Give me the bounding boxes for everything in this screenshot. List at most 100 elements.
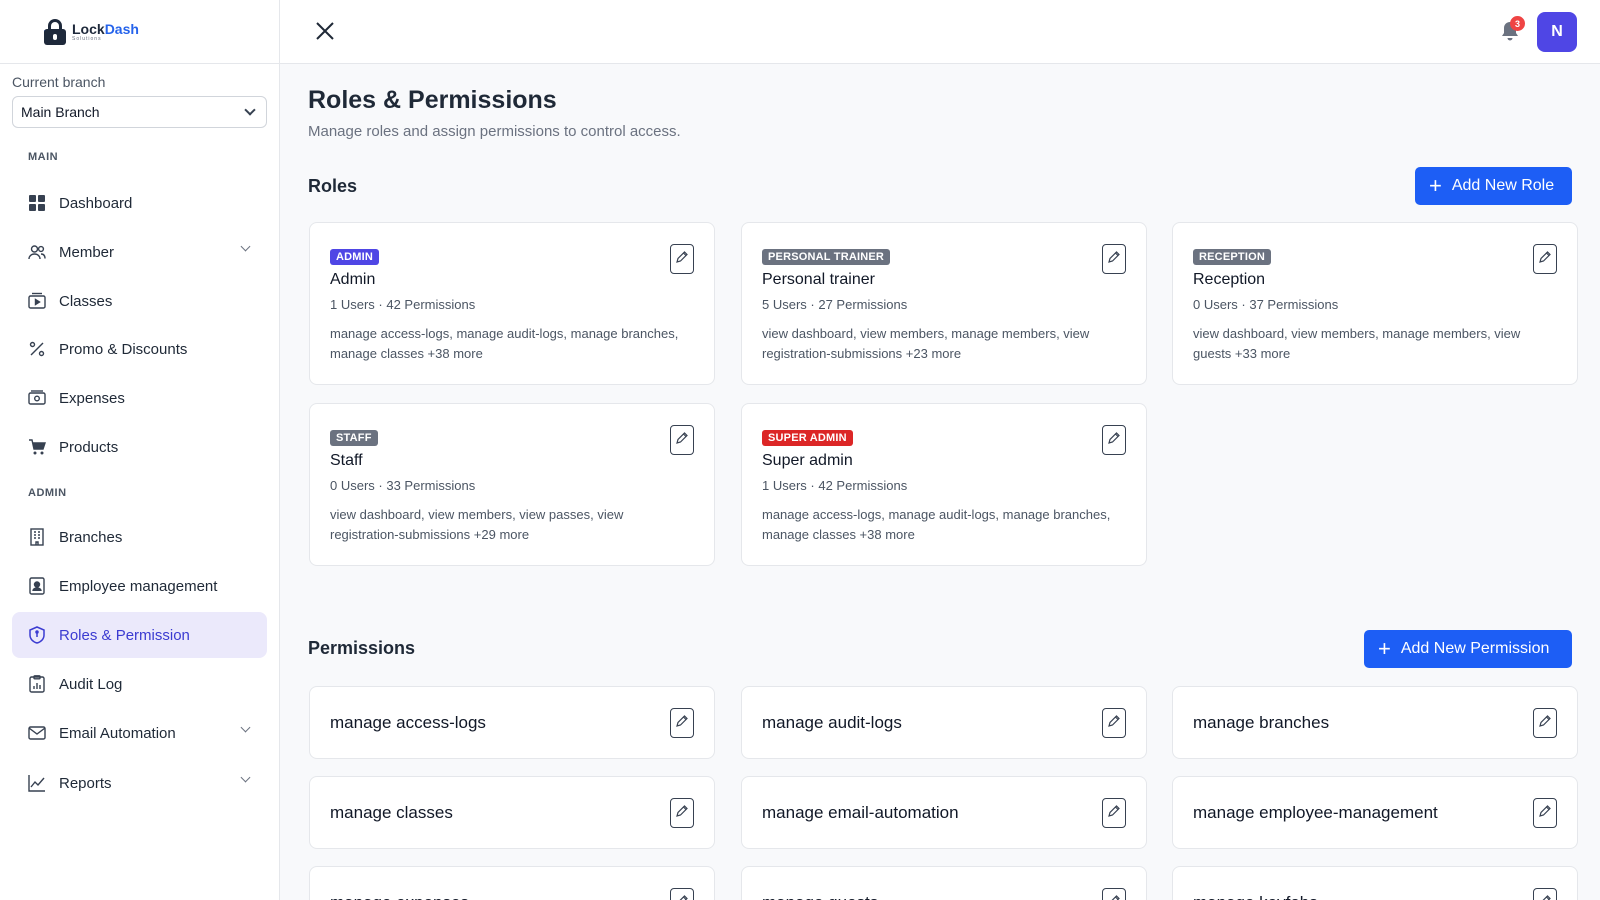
sidebar: LockDash Solutions Current branch Main B…: [0, 0, 280, 900]
edit-permission-button[interactable]: [670, 708, 694, 738]
sidebar-item-products[interactable]: Products: [12, 424, 267, 470]
sidebar-item-label: Employee management: [59, 577, 218, 595]
role-permissions-summary: manage access-logs, manage audit-logs, m…: [762, 507, 1111, 542]
permission-card[interactable]: manage branches: [1172, 686, 1578, 759]
permission-name: manage branches: [1193, 712, 1330, 732]
chevron-down-icon: [240, 241, 251, 252]
role-card[interactable]: RECEPTION Reception 0 Users · 37 Permissio…: [1172, 222, 1578, 385]
branch-select[interactable]: Main Branch: [12, 96, 267, 128]
permission-card[interactable]: manage guests: [741, 866, 1147, 900]
brand-logo[interactable]: LockDash Solutions: [0, 0, 279, 64]
add-permission-button[interactable]: + Add New Permission: [1364, 630, 1572, 668]
edit-role-button[interactable]: [1102, 425, 1126, 455]
pencil-icon: [675, 431, 689, 450]
permission-card[interactable]: manage classes: [309, 776, 715, 849]
brand-name: LockDash: [72, 20, 139, 37]
pencil-icon: [1107, 713, 1121, 733]
roles-section-title: Roles: [308, 176, 358, 196]
edit-permission-button[interactable]: [670, 798, 694, 828]
edit-role-button[interactable]: [1102, 244, 1126, 274]
role-name: Personal trainer: [762, 271, 875, 288]
edit-role-button[interactable]: [670, 244, 694, 274]
permissions-section-title: Permissions: [308, 638, 416, 658]
edit-permission-button[interactable]: [1102, 708, 1126, 738]
sidebar-item-employee-management[interactable]: Employee management: [12, 563, 267, 609]
role-name: Reception: [1193, 271, 1266, 288]
edit-permission-button[interactable]: [1102, 798, 1126, 828]
pencil-icon: [675, 803, 689, 823]
role-badge: STAFF: [330, 430, 378, 446]
plus-icon: +: [1429, 173, 1442, 198]
lock-icon: [44, 18, 66, 45]
sidebar-item-member[interactable]: Member: [12, 229, 267, 275]
sidebar-item-label: Member: [59, 243, 115, 261]
permission-card[interactable]: manage expenses: [309, 866, 715, 900]
edit-permission-button[interactable]: [1102, 888, 1126, 900]
role-meta: 0 Users · 37 Permissions: [1193, 297, 1339, 312]
role-permissions-summary: view dashboard, view members, manage mem…: [1193, 326, 1521, 361]
notification-badge: 3: [1510, 16, 1525, 31]
percent-icon: [28, 340, 46, 358]
classes-icon: [28, 292, 46, 310]
pencil-icon: [1538, 250, 1552, 269]
permission-name: manage email-automation: [762, 802, 959, 822]
sidebar-item-promo[interactable]: Promo & Discounts: [12, 326, 267, 372]
sidebar-item-dashboard[interactable]: Dashboard: [12, 180, 267, 226]
sidebar-item-roles-permission[interactable]: Roles & Permission: [12, 612, 267, 658]
sidebar-item-branches[interactable]: Branches: [12, 514, 267, 560]
role-badge: RECEPTION: [1193, 249, 1271, 265]
edit-permission-button[interactable]: [1533, 708, 1557, 738]
page-title: Roles & Permissions: [308, 86, 557, 114]
permission-card[interactable]: manage email-automation: [741, 776, 1147, 849]
role-meta: 1 Users · 42 Permissions: [762, 478, 908, 493]
pencil-icon: [1538, 803, 1552, 823]
edit-role-button[interactable]: [1533, 244, 1557, 274]
sidebar-item-label: Expenses: [59, 389, 125, 407]
add-role-button[interactable]: + Add New Role: [1415, 167, 1572, 205]
sidebar-item-label: Dashboard: [59, 194, 133, 212]
sidebar-item-audit-log[interactable]: Audit Log: [12, 661, 267, 707]
sidebar-item-reports[interactable]: Reports: [12, 760, 267, 806]
pencil-icon: [1538, 713, 1552, 733]
pencil-icon: [1107, 803, 1121, 823]
pencil-icon: [675, 893, 689, 900]
permission-name: manage audit-logs: [762, 712, 902, 732]
shield-icon: [28, 626, 46, 644]
role-permissions-summary: manage access-logs, manage audit-logs, m…: [330, 326, 679, 361]
sidebar-item-label: Promo & Discounts: [59, 340, 188, 358]
section-label-main: MAIN: [28, 151, 59, 163]
top-bar: 3 N: [280, 0, 1600, 64]
chevron-down-icon: [240, 722, 251, 733]
permission-name: manage expenses: [330, 893, 469, 900]
permission-card[interactable]: manage employee-management: [1172, 776, 1578, 849]
role-name: Admin: [330, 271, 376, 288]
sidebar-item-expenses[interactable]: Expenses: [12, 375, 267, 421]
edit-permission-button[interactable]: [1533, 798, 1557, 828]
role-card[interactable]: STAFF Staff 0 Users · 33 Permissions view d…: [309, 403, 715, 566]
cart-icon: [28, 438, 46, 456]
mail-icon: [28, 724, 46, 742]
grid-icon: [28, 194, 46, 212]
building-icon: [28, 528, 46, 546]
role-name: Staff: [330, 452, 363, 469]
role-badge: PERSONAL TRAINER: [762, 249, 891, 265]
sidebar-item-email-automation[interactable]: Email Automation: [12, 710, 267, 756]
role-card[interactable]: SUPER ADMIN Super admin 1 Users · 42 Permi…: [741, 403, 1147, 566]
role-card[interactable]: PERSONAL TRAINER Personal trainer 5 Users …: [741, 222, 1147, 385]
pencil-icon: [1107, 431, 1121, 450]
permission-card[interactable]: manage keyfobs: [1172, 866, 1578, 900]
permission-name: manage access-logs: [330, 712, 486, 732]
edit-permission-button[interactable]: [670, 888, 694, 900]
close-icon[interactable]: [314, 20, 336, 42]
badge-icon: [28, 577, 46, 595]
plus-icon: +: [1378, 636, 1391, 661]
role-card[interactable]: ADMIN Admin 1 Users · 42 Permissions manage…: [309, 222, 715, 385]
edit-permission-button[interactable]: [1533, 888, 1557, 900]
avatar[interactable]: N: [1537, 12, 1577, 52]
permission-card[interactable]: manage access-logs: [309, 686, 715, 759]
edit-role-button[interactable]: [670, 425, 694, 455]
users-icon: [28, 243, 46, 261]
role-name: Super admin: [762, 452, 853, 469]
sidebar-item-classes[interactable]: Classes: [12, 278, 267, 324]
permission-card[interactable]: manage audit-logs: [741, 686, 1147, 759]
